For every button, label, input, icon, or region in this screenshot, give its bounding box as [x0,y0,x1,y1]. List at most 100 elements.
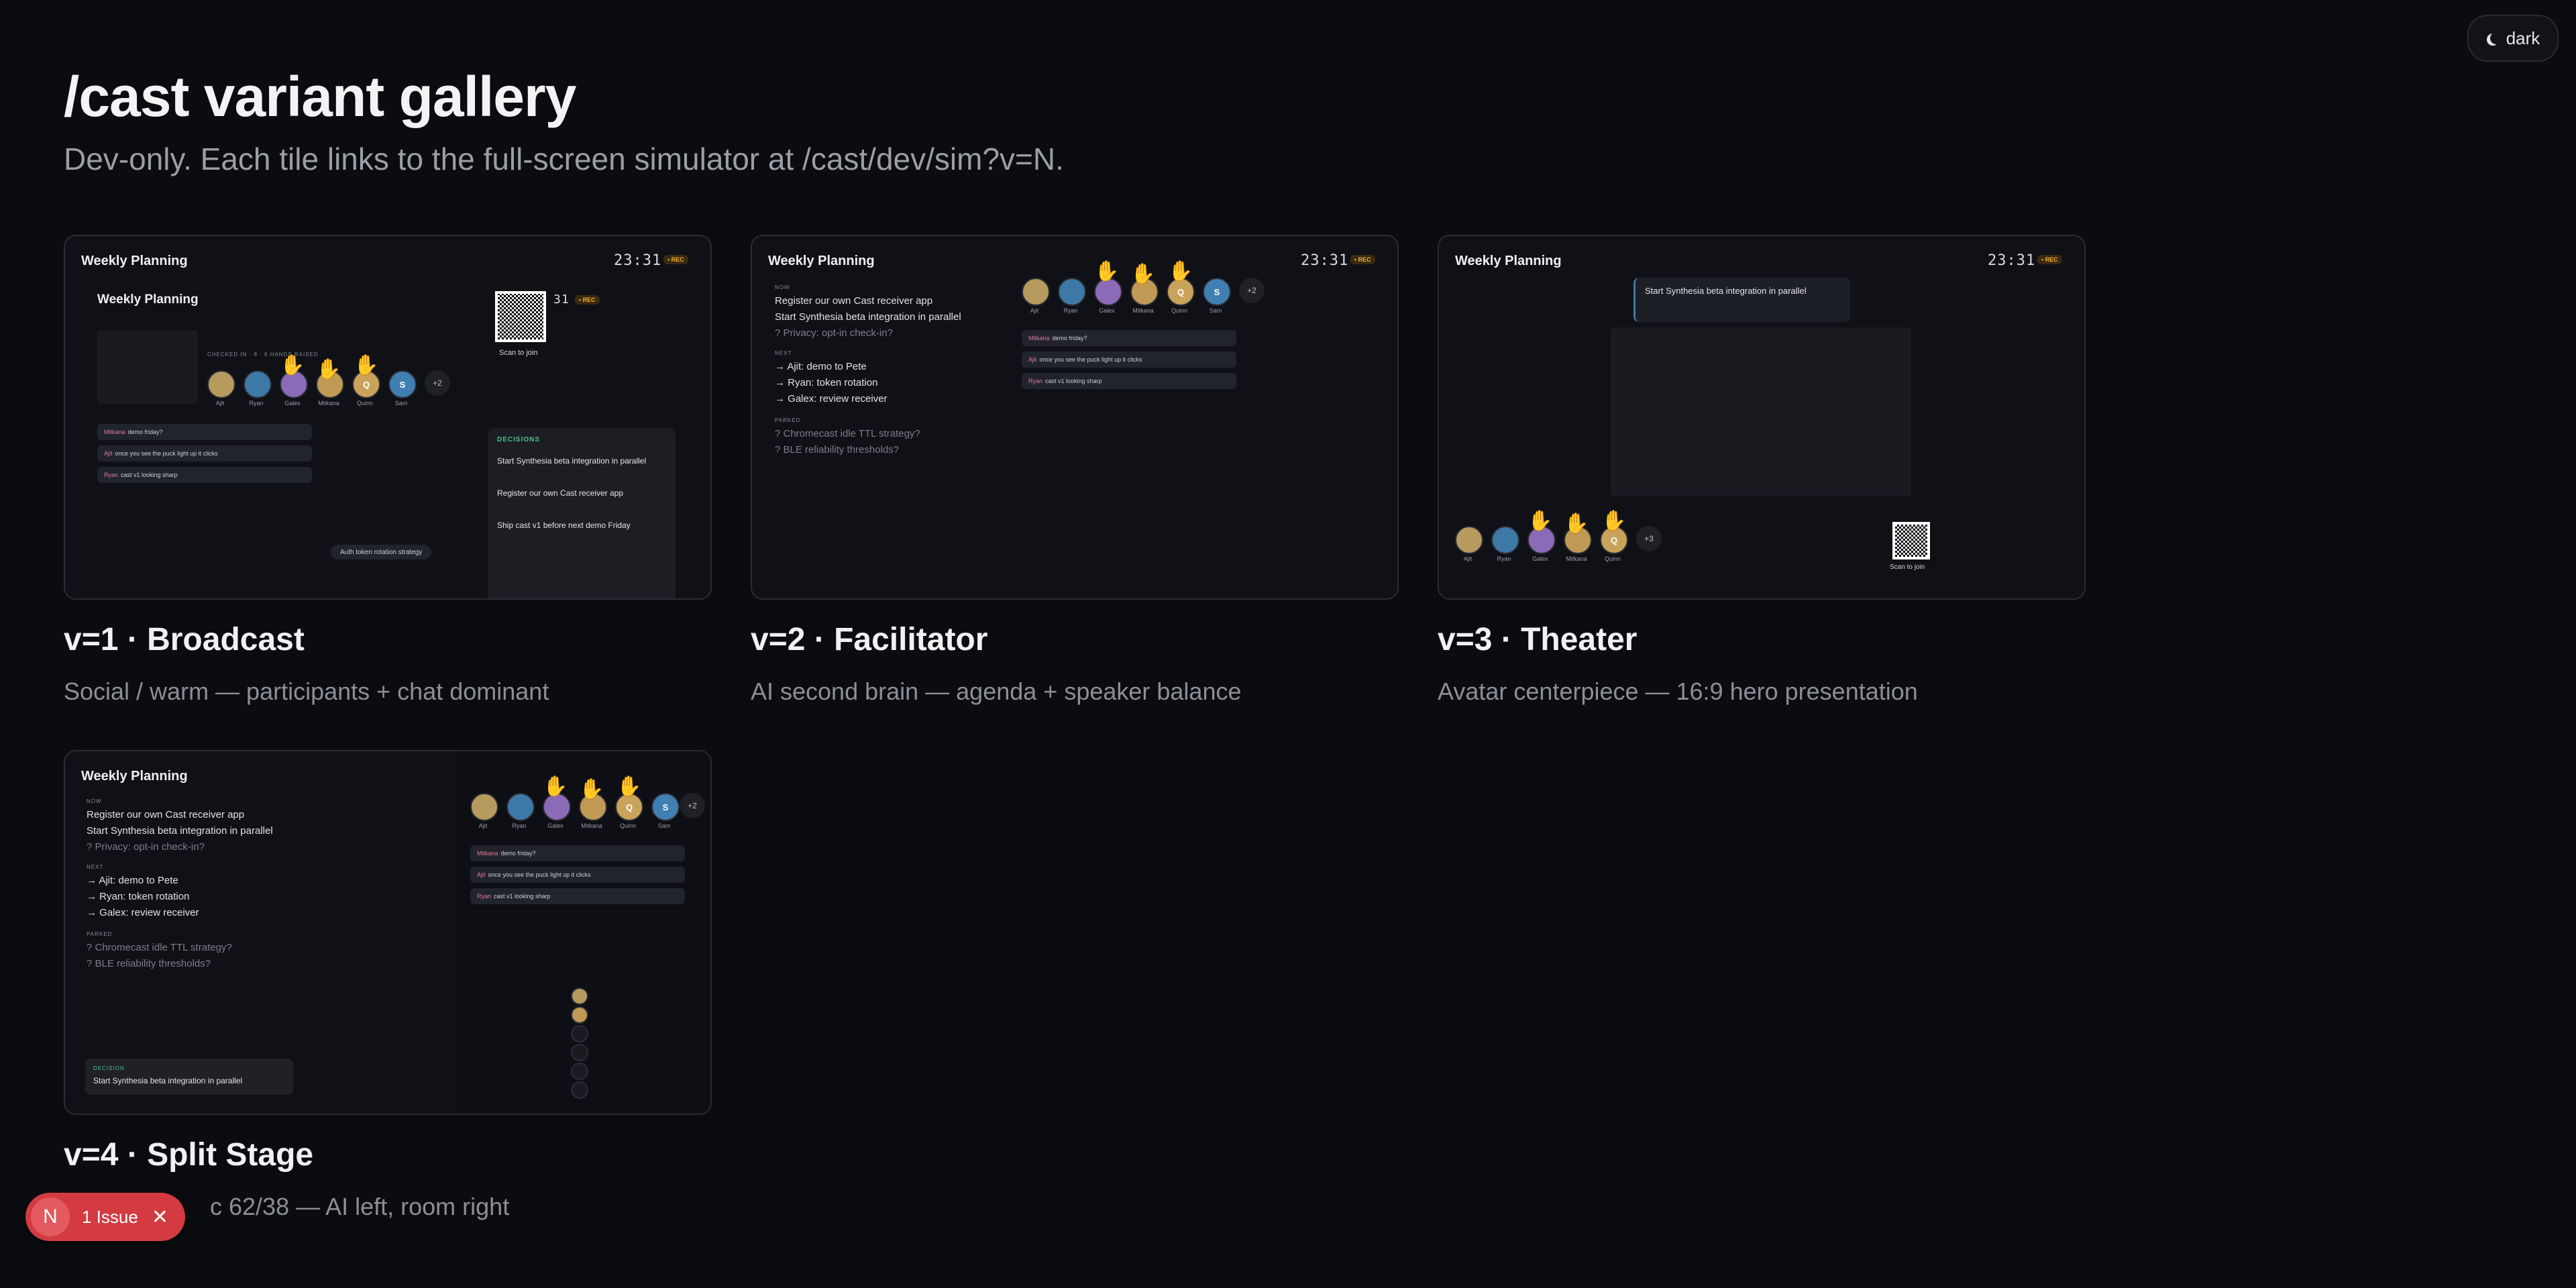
participant-avatar: S [651,793,680,821]
inner-meeting-title: Weekly Planning [97,292,199,307]
raised-hand-icon: ✋ [280,354,305,376]
issue-count[interactable]: 1 Issue [82,1207,138,1228]
participant-name: Mitkana [318,400,339,407]
raised-hand-icon: ✋ [354,354,379,376]
split-stage-preview[interactable]: Weekly Planning 23:31 • REC NOW Register… [64,750,712,1115]
participant-name: Ajit [478,822,488,829]
next-logo-icon: N [31,1197,70,1236]
agenda-item: Register our own Cast receiver app [775,295,933,307]
theme-toggle-label: dark [2506,28,2540,48]
tile-title[interactable]: v=2 · Facilitator [751,621,987,658]
avatar-hero-stage [1611,327,1911,496]
participant-name: Ryan [1497,555,1511,562]
agenda-item: → Galex: review receiver [775,393,888,405]
variant-tile-theater[interactable]: Weekly Planning 23:31 • REC Start Synthe… [1438,235,2086,705]
facilitator-preview[interactable]: Weekly Planning 23:31 • REC NOW Register… [751,235,1399,600]
decision-label: DECISION [93,1065,125,1071]
participant-name: Ajit [1463,555,1472,562]
agenda-item: → Ajit: demo to Pete [87,875,178,886]
broadcast-preview[interactable]: Weekly Planning 23:31 • REC Weekly Plann… [64,235,712,600]
chat-message: Mitkana demo friday? [1022,330,1236,346]
more-participants: +3 [1636,526,1662,551]
preview-clock: 23:31 [1988,252,2036,269]
inner-rec-badge: • REC [575,295,600,305]
participant-name: Galex [284,400,301,407]
participant-avatar-small [571,1081,588,1099]
decision-item: Start Synthesia beta integration in para… [497,456,647,466]
decisions-label: DECISIONS [497,436,541,443]
participant-name: Ajit [1030,307,1039,314]
rec-badge: • REC [663,255,688,264]
raised-hand-icon: ✋ [1601,510,1627,532]
agenda-parked-label: PARKED [87,931,113,937]
participant-name: Galex [547,822,564,829]
raised-hand-icon: ✋ [1130,263,1156,285]
participant-avatar-small [571,1006,588,1024]
more-participants: +2 [425,370,450,396]
agenda-item: ? BLE reliability thresholds? [775,444,900,455]
participant-avatar [1058,278,1086,306]
agenda-now-label: NOW [775,284,790,290]
agenda-next-label: NEXT [775,350,792,356]
participant-name: Quinn [1604,555,1621,562]
agenda-item: ? Chromecast idle TTL strategy? [775,428,920,439]
participant-name: Mitkana [581,822,602,829]
scan-to-join: Scan to join [499,349,538,357]
more-participants: +2 [1239,278,1265,303]
participant-name: Mitkana [1132,307,1154,314]
raised-hand-icon: ✋ [1527,510,1553,532]
participant-avatar [506,793,535,821]
variant-tile-facilitator[interactable]: Weekly Planning 23:31 • REC NOW Register… [751,235,1399,705]
agenda-item: Start Synthesia beta integration in para… [87,825,273,837]
tile-title[interactable]: v=3 · Theater [1438,621,1637,658]
preview-clock: 23:31 [1301,252,1349,269]
agenda-now-label: NOW [87,798,102,804]
agenda-next-label: NEXT [87,864,104,870]
theater-preview[interactable]: Weekly Planning 23:31 • REC Start Synthe… [1438,235,2086,600]
raised-hand-icon: ✋ [1564,513,1589,535]
decision-item: Ship cast v1 before next demo Friday [497,521,631,530]
participant-avatar-small [571,1044,588,1061]
participant-avatar: S [388,370,417,398]
decision-text: Start Synthesia beta integration in para… [93,1076,243,1085]
variant-tile-split-stage[interactable]: Weekly Planning 23:31 • REC NOW Register… [64,750,712,1220]
tile-title[interactable]: v=1 · Broadcast [64,621,305,658]
agenda-item: Start Synthesia beta integration in para… [775,311,961,323]
hero-caption-card: Start Synthesia beta integration in para… [1633,278,1850,322]
chat-message: Mitkana demo friday? [97,424,312,440]
participant-name: Quinn [356,400,374,407]
participant-avatar [470,793,498,821]
agenda-item: Register our own Cast receiver app [87,809,245,820]
raised-hand-icon: ✋ [1094,260,1120,282]
participant-name: Sam [394,400,408,407]
preview-clock: 23:31 [614,252,662,269]
theme-toggle-button[interactable]: dark [2467,15,2559,62]
participant-avatar-small [571,1025,588,1042]
chat-message: Ajit once you see the puck light up it cl… [470,867,685,883]
agenda-item: → Ajit: demo to Pete [775,361,867,372]
tile-description: Social / warm — participants + chat domi… [64,678,549,705]
raised-hand-icon: ✋ [543,775,568,798]
issues-badge[interactable]: N 1 Issue ✕ [25,1193,185,1241]
tile-title[interactable]: v=4 · Split Stage [64,1136,313,1173]
hero-caption: Start Synthesia beta integration in para… [1645,286,1807,296]
participant-name: Ryan [249,400,264,407]
preview-meeting-title: Weekly Planning [81,254,188,268]
agenda-item: → Ryan: token rotation [775,377,878,388]
agenda-item: → Galex: review receiver [87,907,199,918]
participant-avatar-small [571,987,588,1005]
rec-badge: • REC [1350,255,1375,264]
chat-message: Ryan cast v1 looking sharp [1022,373,1236,389]
participant-name: Ryan [1063,307,1078,314]
participant-name: Quinn [1171,307,1188,314]
agenda-item: ? Privacy: opt-in check-in? [775,327,893,339]
agenda-item: ? Chromecast idle TTL strategy? [87,942,232,953]
agenda-item: ? Privacy: opt-in check-in? [87,841,205,853]
tile-description: AI second brain — agenda + speaker balan… [751,678,1242,705]
variant-tile-broadcast[interactable]: Weekly Planning 23:31 • REC Weekly Plann… [64,235,712,705]
participant-avatar-small [571,1063,588,1080]
participant-name: Ajit [215,400,225,407]
close-icon[interactable]: ✕ [152,1205,168,1229]
raised-hand-icon: ✋ [579,778,604,800]
decision-item: Register our own Cast receiver app [497,488,624,498]
